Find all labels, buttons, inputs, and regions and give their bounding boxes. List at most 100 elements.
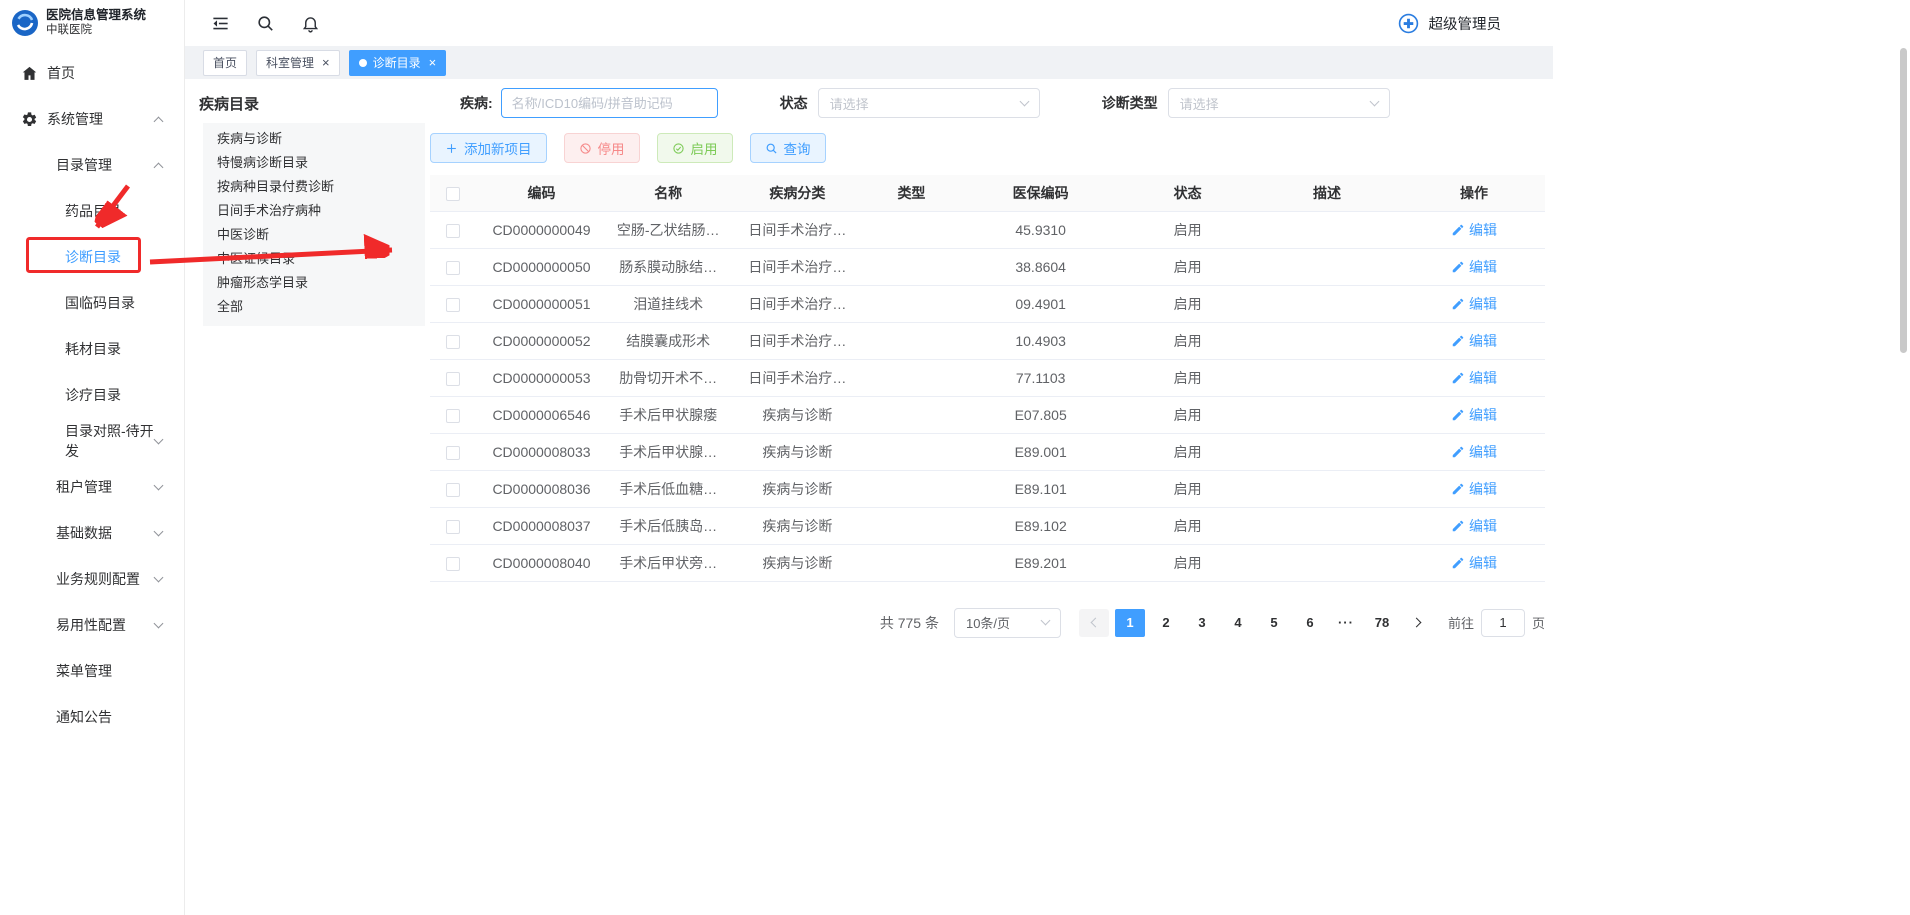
row-checkbox[interactable] xyxy=(446,335,460,349)
close-tab-icon[interactable]: × xyxy=(322,56,330,69)
sidebar-item-national-code-catalog[interactable]: 国临码目录 xyxy=(0,280,184,326)
chevron-down-icon xyxy=(154,480,164,490)
add-item-label: 添加新项目 xyxy=(464,138,532,158)
cell-status: 启用 xyxy=(1124,359,1251,396)
edit-button[interactable]: 编辑 xyxy=(1451,331,1497,351)
select-all-checkbox[interactable] xyxy=(446,187,460,201)
cell-category: 疾病与诊断 xyxy=(729,507,866,544)
page-4[interactable]: 4 xyxy=(1223,609,1253,637)
sidebar-item-label: 耗材目录 xyxy=(65,339,121,359)
row-checkbox[interactable] xyxy=(446,261,460,275)
page-size-select[interactable]: 10条/页 xyxy=(954,608,1061,638)
next-page-button[interactable] xyxy=(1403,609,1433,637)
sidebar-item-base-data[interactable]: 基础数据 xyxy=(0,510,184,556)
cell-category: 疾病与诊断 xyxy=(729,470,866,507)
sidebar-item-drug-catalog[interactable]: 药品目录 xyxy=(0,188,184,234)
sidebar-item-diagnosis-catalog[interactable]: 诊断目录 xyxy=(0,234,184,280)
sidebar-item-consumable-catalog[interactable]: 耗材目录 xyxy=(0,326,184,372)
goto-page-input[interactable] xyxy=(1481,609,1525,637)
sidebar-item-catalog-mapping[interactable]: 目录对照-待开发 xyxy=(0,418,184,464)
page-6[interactable]: 6 xyxy=(1295,609,1325,637)
search-icon[interactable] xyxy=(256,14,275,33)
catalog-item[interactable]: 中医证候目录 xyxy=(203,247,425,271)
tab-科室管理[interactable]: 科室管理× xyxy=(256,50,340,76)
table-row: CD0000000049空肠-乙状结肠…日间手术治疗…45.9310启用编辑 xyxy=(430,211,1545,248)
row-checkbox[interactable] xyxy=(446,224,460,238)
user-menu[interactable]: 超级管理员 xyxy=(1397,12,1502,35)
edit-button[interactable]: 编辑 xyxy=(1451,257,1497,277)
catalog-item[interactable]: 日间手术治疗病种 xyxy=(203,199,425,223)
edit-label: 编辑 xyxy=(1469,442,1497,462)
menu-collapse-icon[interactable] xyxy=(211,14,230,33)
row-checkbox[interactable] xyxy=(446,298,460,312)
catalog-item[interactable]: 按病种目录付费诊断 xyxy=(203,175,425,199)
sidebar-item-home[interactable]: 首页 xyxy=(0,50,184,96)
table-row: CD0000000051泪道挂线术日间手术治疗…09.4901启用编辑 xyxy=(430,285,1545,322)
cell-name: 肠系膜动脉结… xyxy=(607,248,729,285)
edit-button[interactable]: 编辑 xyxy=(1451,405,1497,425)
disease-search-input[interactable] xyxy=(501,88,718,118)
edit-button[interactable]: 编辑 xyxy=(1451,516,1497,536)
close-tab-icon[interactable]: × xyxy=(429,56,437,69)
row-checkbox[interactable] xyxy=(446,483,460,497)
edit-button[interactable]: 编辑 xyxy=(1451,479,1497,499)
edit-label: 编辑 xyxy=(1469,405,1497,425)
sidebar-item-system-management[interactable]: 系统管理 xyxy=(0,96,184,142)
add-item-button[interactable]: 添加新项目 xyxy=(430,133,547,163)
cell-status: 启用 xyxy=(1124,507,1251,544)
sidebar-item-tenant-management[interactable]: 租户管理 xyxy=(0,464,184,510)
sidebar-item-label: 国临码目录 xyxy=(65,293,135,313)
page-78[interactable]: 78 xyxy=(1367,609,1397,637)
tab-label: 首页 xyxy=(213,54,237,71)
edit-button[interactable]: 编辑 xyxy=(1451,220,1497,240)
enable-button[interactable]: 启用 xyxy=(657,133,733,163)
row-checkbox[interactable] xyxy=(446,520,460,534)
disease-filter-label: 疾病: xyxy=(460,93,493,113)
notification-bell-icon[interactable] xyxy=(301,14,320,33)
row-checkbox[interactable] xyxy=(446,557,460,571)
sidebar-item-usability-config[interactable]: 易用性配置 xyxy=(0,602,184,648)
page-2[interactable]: 2 xyxy=(1151,609,1181,637)
cell-type xyxy=(866,433,957,470)
pager-more[interactable]: ··· xyxy=(1331,609,1361,637)
edit-button[interactable]: 编辑 xyxy=(1451,368,1497,388)
cell-status: 启用 xyxy=(1124,285,1251,322)
query-button[interactable]: 查询 xyxy=(750,133,826,163)
sidebar-item-catalog-management[interactable]: 目录管理 xyxy=(0,142,184,188)
table-row: CD0000000053肋骨切开术不…日间手术治疗…77.1103启用编辑 xyxy=(430,359,1545,396)
catalog-item[interactable]: 特慢病诊断目录 xyxy=(203,151,425,175)
edit-button[interactable]: 编辑 xyxy=(1451,294,1497,314)
sidebar-item-business-rules[interactable]: 业务规则配置 xyxy=(0,556,184,602)
tab-首页[interactable]: 首页 xyxy=(203,50,247,76)
edit-button[interactable]: 编辑 xyxy=(1451,442,1497,462)
catalog-item[interactable]: 中医诊断 xyxy=(203,223,425,247)
catalog-item[interactable]: 肿瘤形态学目录 xyxy=(203,271,425,295)
sidebar-item-notice[interactable]: 通知公告 xyxy=(0,694,184,740)
page-5[interactable]: 5 xyxy=(1259,609,1289,637)
row-checkbox[interactable] xyxy=(446,409,460,423)
row-checkbox[interactable] xyxy=(446,446,460,460)
tab-诊断目录[interactable]: 诊断目录× xyxy=(349,50,447,76)
pagination: 共 775 条 10条/页 123456···78 前往 页 xyxy=(430,608,1545,638)
edit-label: 编辑 xyxy=(1469,553,1497,573)
prev-page-button[interactable] xyxy=(1079,609,1109,637)
cell-category: 疾病与诊断 xyxy=(729,544,866,581)
edit-button[interactable]: 编辑 xyxy=(1451,553,1497,573)
vertical-scrollbar[interactable] xyxy=(1900,48,1907,353)
edit-label: 编辑 xyxy=(1469,220,1497,240)
disable-button[interactable]: 停用 xyxy=(564,133,640,163)
page-3[interactable]: 3 xyxy=(1187,609,1217,637)
toolbar: 添加新项目 停用 启用 查询 xyxy=(430,133,1545,163)
page-1[interactable]: 1 xyxy=(1115,609,1145,637)
cell-desc xyxy=(1251,507,1403,544)
sidebar-menu: 首页系统管理目录管理药品目录诊断目录国临码目录耗材目录诊疗目录目录对照-待开发租… xyxy=(0,46,184,740)
diagnosis-type-select[interactable]: 请选择 xyxy=(1168,88,1390,118)
sidebar-item-menu-management[interactable]: 菜单管理 xyxy=(0,648,184,694)
cell-type xyxy=(866,285,957,322)
status-select[interactable]: 请选择 xyxy=(818,88,1040,118)
catalog-item[interactable]: 疾病与诊断 xyxy=(203,127,425,151)
catalog-item[interactable]: 全部 xyxy=(203,295,425,319)
edit-label: 编辑 xyxy=(1469,368,1497,388)
sidebar-item-treatment-catalog[interactable]: 诊疗目录 xyxy=(0,372,184,418)
row-checkbox[interactable] xyxy=(446,372,460,386)
